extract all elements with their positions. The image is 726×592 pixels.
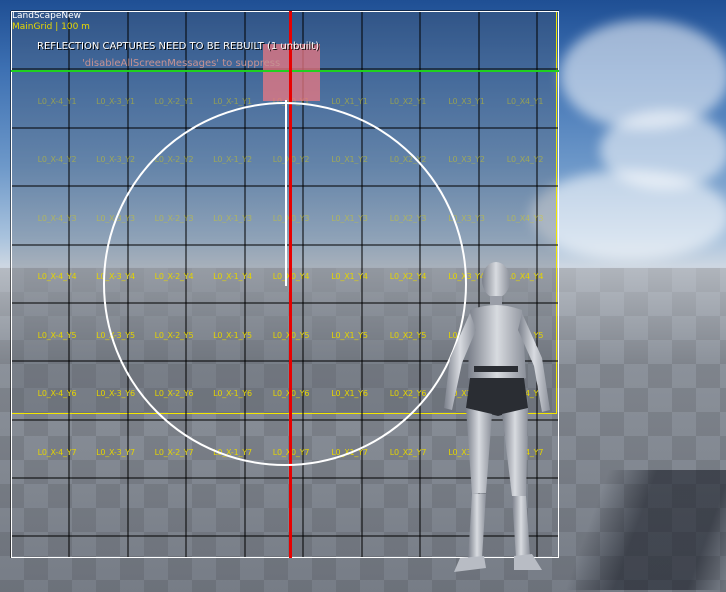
rebuild-warning-message: REFLECTION CAPTURES NEED TO BE REBUILT (…: [37, 41, 320, 52]
landscape-name-label: LandScapeNew: [12, 11, 82, 21]
mannequin-character[interactable]: [430, 258, 570, 578]
loading-range-circle[interactable]: [103, 102, 467, 466]
suppress-hint-message: 'disableAllScreenMessages' to suppress: [82, 58, 281, 69]
level-viewport[interactable]: L0_X-4_Y1 L0_X-3_Y1 L0_X-2_Y1 L0_X-1_Y1 L0_X…: [0, 0, 726, 592]
grid-info-label: MainGrid | 100 m: [12, 22, 90, 32]
streaming-line: [11, 70, 559, 72]
